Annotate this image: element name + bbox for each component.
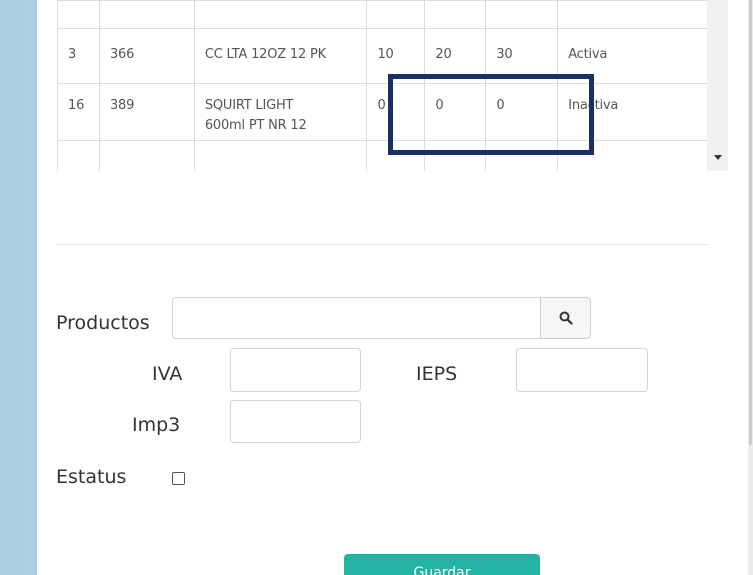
table-row[interactable]: 3 366 CC LTA 12OZ 12 PK 10 20 30 Activa — [57, 28, 708, 84]
cell-product: SQUIRT LIGHT 600ml PT NR 12 — [193, 83, 368, 141]
page-scrollbar[interactable] — [748, 0, 753, 575]
table-row[interactable] — [57, 0, 708, 29]
cell-product — [193, 140, 368, 171]
ieps-input[interactable] — [516, 348, 648, 392]
product-line-2: 600ml PT NR 12 — [204, 118, 307, 133]
cell-id — [57, 140, 100, 171]
estatus-checkbox[interactable] — [172, 472, 185, 485]
table-row[interactable] — [57, 140, 708, 171]
cell-product — [193, 0, 368, 29]
products-table[interactable]: 3 366 CC LTA 12OZ 12 PK 10 20 30 Activa … — [57, 0, 708, 171]
cell-value-1 — [366, 0, 426, 29]
ieps-label: IEPS — [416, 363, 458, 385]
cell-id — [57, 0, 100, 29]
imp3-label: Imp3 — [132, 414, 181, 436]
search-icon — [559, 311, 573, 325]
highlight-box — [388, 74, 594, 155]
product-line-1: SQUIRT LIGHT — [204, 98, 294, 113]
cell-code: 389 — [98, 83, 195, 141]
table-row[interactable]: 16 389 SQUIRT LIGHT 600ml PT NR 12 0 0 0… — [57, 83, 708, 141]
form-panel: 3 366 CC LTA 12OZ 12 PK 10 20 30 Activa … — [37, 0, 748, 575]
cell-status — [557, 0, 708, 29]
search-button[interactable] — [540, 297, 591, 339]
estatus-label: Estatus — [56, 466, 127, 488]
save-button[interactable]: Guardar — [344, 554, 540, 575]
table-scrollbar[interactable] — [707, 0, 728, 171]
productos-input[interactable] — [172, 297, 541, 339]
scrollbar-thumb[interactable] — [749, 0, 752, 445]
iva-input[interactable] — [230, 348, 361, 392]
cell-code — [98, 140, 195, 171]
cell-id: 3 — [57, 28, 100, 84]
cell-value-3 — [485, 0, 559, 29]
cell-value-2 — [424, 0, 487, 29]
cell-id: 16 — [57, 83, 100, 141]
cell-code: 366 — [98, 28, 195, 84]
divider — [57, 244, 708, 245]
cell-code — [98, 0, 195, 29]
cell-product: CC LTA 12OZ 12 PK — [193, 28, 368, 84]
imp3-input[interactable] — [230, 400, 361, 443]
productos-label: Productos — [56, 312, 150, 334]
iva-label: IVA — [152, 363, 183, 385]
chevron-down-icon[interactable] — [714, 155, 722, 160]
